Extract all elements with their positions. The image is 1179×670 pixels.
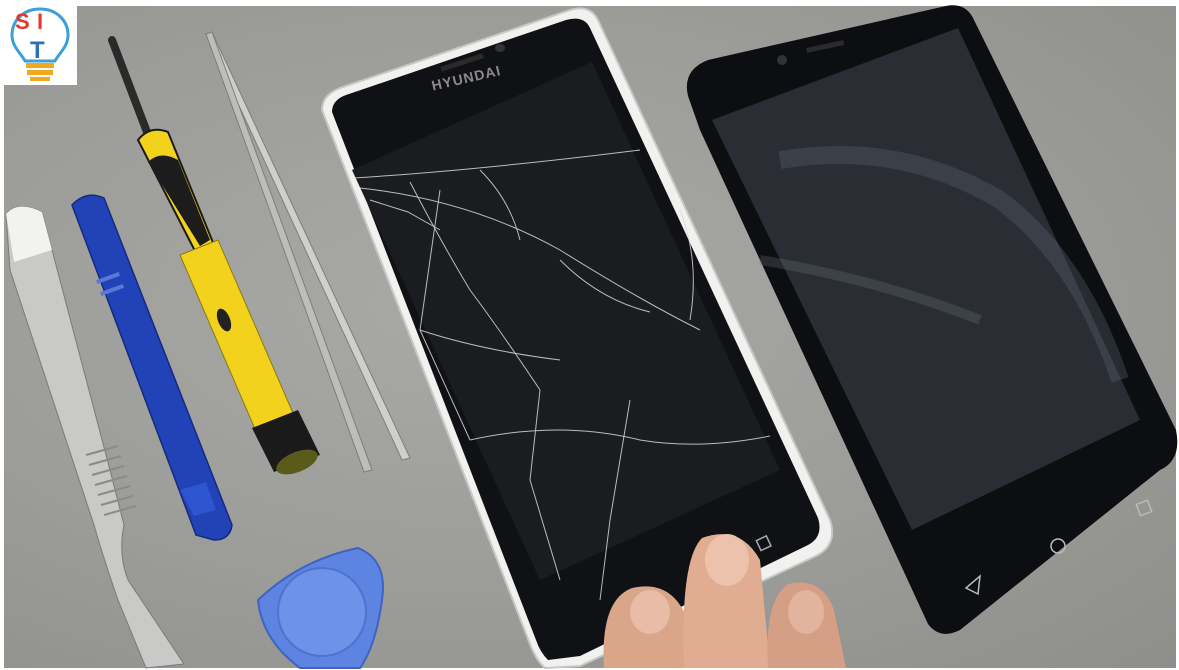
logo-letter-i: I xyxy=(37,9,44,34)
logo-letter-s: S xyxy=(15,9,30,34)
metal-spatula xyxy=(5,206,185,669)
channel-logo: S I T xyxy=(3,3,77,85)
logo-letter-t: T xyxy=(30,37,45,64)
photo-frame: HYUNDAI S I T xyxy=(0,0,1179,670)
opening-pick xyxy=(256,546,384,669)
scene xyxy=(5,5,1178,670)
